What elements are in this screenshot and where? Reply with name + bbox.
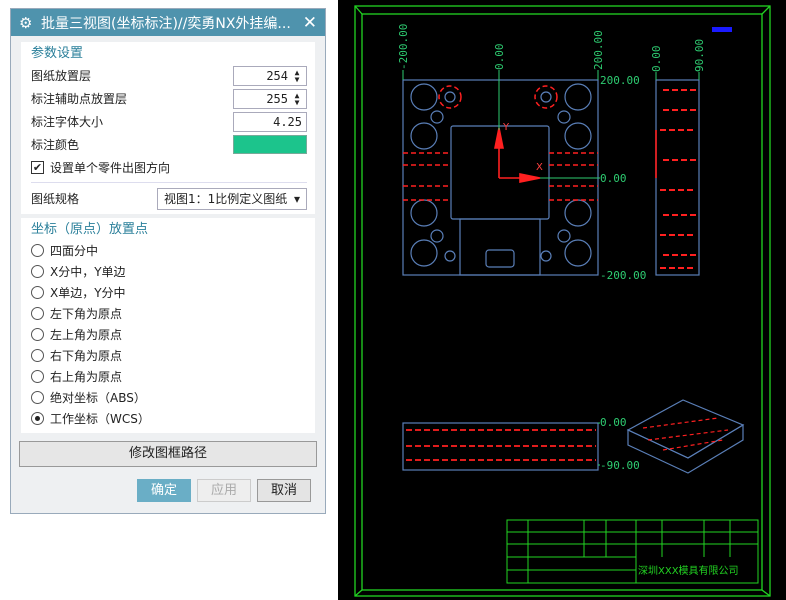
aux-layer-value: 255	[266, 91, 288, 106]
radio-icon[interactable]	[31, 370, 44, 383]
close-icon[interactable]: ✕	[303, 13, 317, 33]
drawing-canvas[interactable]: -200.00 0.00 200.00 0.00 90.00 200.00 0.…	[338, 0, 786, 600]
checkbox-checked-icon[interactable]: ✔	[31, 160, 44, 174]
side-view	[655, 79, 700, 276]
radio-icon[interactable]	[31, 391, 44, 404]
origin-option[interactable]: X分中，Y单边	[31, 261, 307, 282]
apply-button[interactable]: 应用	[197, 479, 251, 502]
radio-icon[interactable]	[31, 244, 44, 257]
origin-option[interactable]: 右下角为原点	[31, 345, 307, 366]
origin-option-label: 左下角为原点	[50, 307, 123, 321]
drawing-sheet: -200.00 0.00 200.00 0.00 90.00 200.00 0.…	[354, 5, 771, 597]
dim-top-200: 200.00	[592, 30, 605, 70]
origin-option-label: 右上角为原点	[50, 370, 123, 384]
origin-option[interactable]: 工作坐标（WCS）	[31, 408, 307, 429]
color-swatch[interactable]	[233, 135, 307, 154]
origin-option[interactable]: 左上角为原点	[31, 324, 307, 345]
axis-y-label: Y	[502, 122, 510, 133]
sheet-inner-border	[361, 13, 763, 591]
radio-icon[interactable]	[31, 307, 44, 320]
dialog-title: 批量三视图(坐标标注)//奕勇NX外挂编...	[41, 15, 291, 32]
orient-label: 设置单个零件出图方向	[50, 160, 171, 175]
color-label: 标注颜色	[31, 138, 80, 152]
dim-right-neg200: -200.00	[600, 269, 646, 282]
spec-label: 图纸规格	[31, 192, 80, 206]
origin-option-label: 绝对坐标（ABS）	[50, 391, 146, 405]
dim-side-90: 90.00	[693, 39, 706, 72]
ok-button[interactable]: 确定	[137, 479, 191, 502]
spec-value: 视图1：1比例定义图纸	[164, 192, 288, 206]
dim-bottom-neg90: -90.00	[600, 459, 640, 472]
font-size-input[interactable]: 4.25	[233, 111, 307, 132]
sheet-layer-value: 254	[266, 68, 288, 83]
spinner-icon[interactable]: ▲ ▼	[292, 68, 302, 83]
sheet-layer-input[interactable]: 254 ▲ ▼	[233, 65, 307, 86]
axis-x-label: X	[536, 162, 543, 173]
dim-bottom-0: 0.00	[600, 416, 627, 429]
modify-path-button[interactable]: 修改图框路径	[19, 441, 317, 467]
origin-section-title[interactable]: 坐标（原点）放置点	[31, 220, 307, 240]
cancel-button[interactable]: 取消	[257, 479, 311, 502]
origin-option[interactable]: 绝对坐标（ABS）	[31, 387, 307, 408]
origin-option-label: 四面分中	[50, 244, 99, 258]
dim-top-0: 0.00	[493, 44, 506, 71]
isometric-view	[626, 399, 745, 474]
sheet-outer-border	[354, 5, 771, 597]
bottom-view	[402, 422, 599, 471]
batch-three-view-dialog: ⚙ 批量三视图(坐标标注)//奕勇NX外挂编... ✕ 参数设置 图纸放置层 2…	[10, 8, 326, 514]
spec-select[interactable]: 视图1：1比例定义图纸 ▾	[157, 187, 307, 210]
origin-option-label: 左上角为原点	[50, 328, 123, 342]
company-name: 深圳XXX模具有限公司	[638, 564, 739, 577]
orient-checkbox[interactable]: ✔ 设置单个零件出图方向	[31, 156, 307, 178]
origin-panel: 坐标（原点）放置点 四面分中 X分中，Y单边 X单边，Y分中 左下角为原点 左上角为原点…	[21, 218, 315, 433]
origin-option-label: 工作坐标（WCS）	[50, 412, 150, 426]
origin-option[interactable]: X单边，Y分中	[31, 282, 307, 303]
params-section-title[interactable]: 参数设置	[31, 44, 307, 64]
radio-icon[interactable]	[31, 349, 44, 362]
aux-layer-label: 标注辅助点放置层	[31, 92, 128, 106]
origin-option[interactable]: 左下角为原点	[31, 303, 307, 324]
origin-option-label: 右下角为原点	[50, 349, 123, 363]
radio-icon[interactable]	[31, 265, 44, 278]
radio-icon[interactable]	[31, 328, 44, 341]
radio-icon[interactable]	[31, 286, 44, 299]
chevron-down-icon: ▾	[293, 191, 300, 206]
dim-side-0: 0.00	[650, 46, 663, 73]
origin-option-label: X分中，Y单边	[50, 265, 126, 279]
origin-option-label: X单边，Y分中	[50, 286, 126, 300]
spinner-icon[interactable]: ▲ ▼	[292, 91, 302, 106]
params-panel: 参数设置 图纸放置层 254 ▲ ▼ 标注辅助点放置层 255 ▲ ▼ 标注字体大小 4…	[21, 42, 315, 214]
origin-option[interactable]: 右上角为原点	[31, 366, 307, 387]
sheet-layer-label: 图纸放置层	[31, 69, 92, 83]
dim-top-neg200: -200.00	[397, 24, 410, 70]
dim-right-200: 200.00	[600, 74, 640, 87]
radio-icon[interactable]	[31, 412, 44, 425]
font-size-label: 标注字体大小	[31, 115, 104, 129]
origin-option[interactable]: 四面分中	[31, 240, 307, 261]
dialog-titlebar[interactable]: ⚙ 批量三视图(坐标标注)//奕勇NX外挂编... ✕	[11, 9, 325, 36]
dim-right-0: 0.00	[600, 172, 627, 185]
aux-layer-input[interactable]: 255 ▲ ▼	[233, 88, 307, 109]
gear-icon: ⚙	[19, 13, 33, 32]
